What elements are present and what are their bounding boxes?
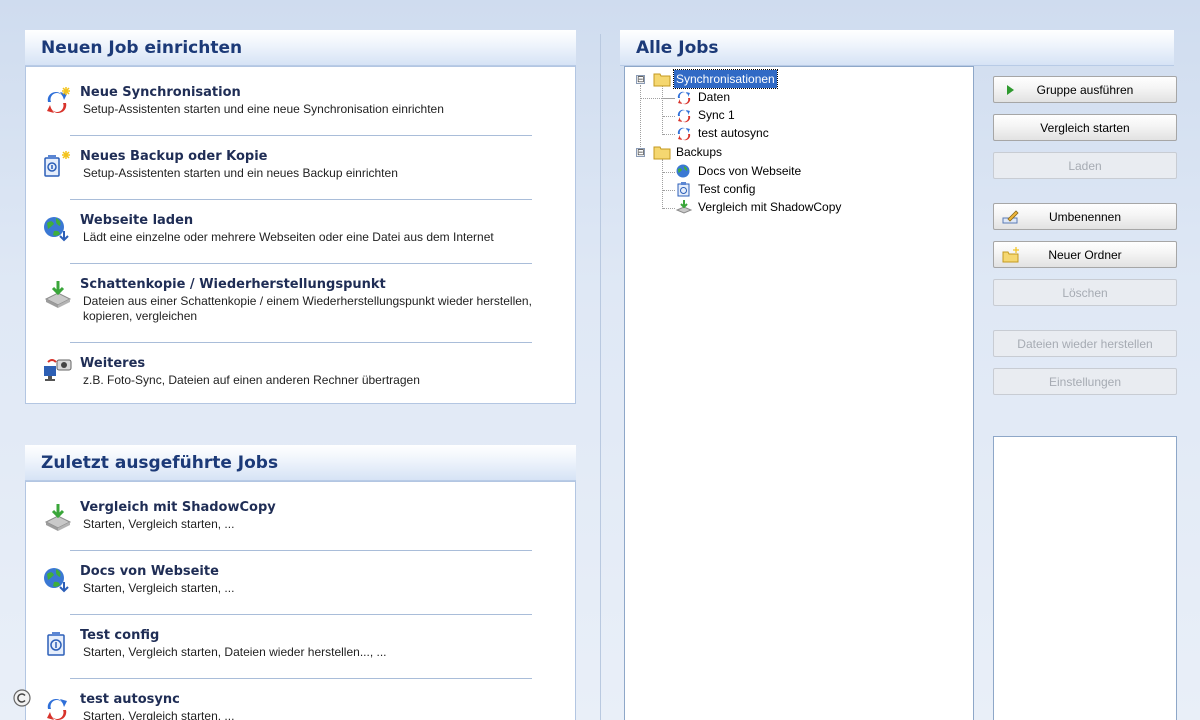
new-job-panel-title: Neuen Job einrichten bbox=[25, 30, 576, 66]
recent-jobs-panel-title: Zuletzt ausgeführte Jobs bbox=[25, 445, 576, 481]
job-tree[interactable]: ⊟ Synchronisationen Daten Sync 1 test au… bbox=[624, 66, 974, 720]
tree-item-label: Docs von Webseite bbox=[698, 164, 802, 178]
restore-files-label: Dateien wieder herstellen bbox=[1017, 336, 1153, 351]
settings-label: Einstellungen bbox=[1048, 374, 1122, 389]
backup-new-icon bbox=[44, 151, 70, 177]
rename-icon bbox=[1002, 210, 1019, 224]
recent-job-title: Docs von Webseite bbox=[80, 564, 219, 579]
run-group-label: Gruppe ausführen bbox=[1036, 82, 1134, 97]
divider bbox=[70, 614, 532, 615]
divider bbox=[70, 135, 532, 136]
sync-job-icon bbox=[677, 91, 691, 105]
shadow-copy-title: Schattenkopie / Wiederherstellungspunkt bbox=[80, 277, 386, 292]
recent-job-item[interactable]: Vergleich mit ShadowCopy Starten, Vergle… bbox=[42, 500, 552, 540]
backup-job-icon bbox=[677, 182, 690, 197]
shadow-copy-icon bbox=[44, 504, 72, 531]
new-backup-title: Neues Backup oder Kopie bbox=[80, 149, 268, 164]
settings-button[interactable]: Einstellungen bbox=[993, 368, 1177, 395]
more-item[interactable]: Weiteres z.B. Foto-Sync, Dateien auf ein… bbox=[42, 356, 552, 396]
new-sync-item[interactable]: Neue Synchronisation Setup-Assistenten s… bbox=[42, 85, 552, 125]
web-download-icon bbox=[44, 568, 69, 593]
collapse-toggle[interactable]: ⊟ bbox=[636, 75, 645, 84]
web-download-icon bbox=[44, 217, 69, 242]
tree-folder-label: Synchronisationen bbox=[673, 69, 778, 89]
tree-item-label: Test config bbox=[698, 182, 756, 196]
divider bbox=[70, 263, 532, 264]
shadow-copy-item[interactable]: Schattenkopie / Wiederherstellungspunkt … bbox=[42, 277, 552, 333]
collapse-toggle[interactable]: ⊟ bbox=[636, 148, 645, 157]
rename-label: Umbenennen bbox=[1048, 209, 1122, 224]
shadow-copy-desc: Dateien aus einer Schattenkopie / einem … bbox=[83, 294, 532, 323]
job-details-list[interactable] bbox=[993, 436, 1177, 720]
tree-item-label: Vergleich mit ShadowCopy bbox=[698, 200, 842, 214]
recent-job-item[interactable]: Docs von Webseite Starten, Vergleich sta… bbox=[42, 564, 552, 604]
tree-item-label: Daten bbox=[698, 90, 731, 104]
new-folder-button[interactable]: Neuer Ordner bbox=[993, 241, 1177, 268]
shadow-job-icon bbox=[675, 200, 693, 214]
start-compare-button[interactable]: Vergleich starten bbox=[993, 114, 1177, 141]
recent-job-title: Test config bbox=[80, 628, 160, 643]
more-title: Weiteres bbox=[80, 356, 146, 371]
new-backup-item[interactable]: Neues Backup oder Kopie Setup-Assistente… bbox=[42, 149, 552, 189]
copyright-icon bbox=[13, 689, 31, 707]
divider bbox=[70, 342, 532, 343]
load-button[interactable]: Laden bbox=[993, 152, 1177, 179]
web-job-icon bbox=[676, 164, 690, 178]
start-compare-label: Vergleich starten bbox=[1040, 120, 1130, 135]
restore-files-button[interactable]: Dateien wieder herstellen bbox=[993, 330, 1177, 357]
divider bbox=[70, 678, 532, 679]
folder-icon bbox=[653, 73, 671, 87]
run-group-button[interactable]: Gruppe ausführen bbox=[993, 76, 1177, 103]
all-jobs-panel-title: Alle Jobs bbox=[620, 30, 1174, 66]
shadow-copy-icon bbox=[44, 281, 72, 308]
tree-folder-label: Backups bbox=[676, 145, 723, 159]
divider bbox=[70, 199, 532, 200]
more-tools-icon bbox=[44, 359, 72, 381]
sync-new-icon bbox=[47, 87, 70, 114]
load-website-title: Webseite laden bbox=[80, 213, 194, 228]
delete-label: Löschen bbox=[1062, 285, 1108, 300]
delete-button[interactable]: Löschen bbox=[993, 279, 1177, 306]
new-folder-icon bbox=[1002, 247, 1019, 263]
recent-job-desc: Starten, Vergleich starten, ... bbox=[83, 517, 235, 531]
new-folder-label: Neuer Ordner bbox=[1048, 247, 1122, 262]
backup-icon bbox=[47, 632, 65, 656]
load-website-desc: Lädt eine einzelne oder mehrere Webseite… bbox=[83, 230, 494, 244]
divider bbox=[70, 550, 532, 551]
sync-icon bbox=[47, 698, 67, 720]
recent-jobs-panel: Vergleich mit ShadowCopy Starten, Vergle… bbox=[25, 481, 576, 720]
sync-job-icon bbox=[677, 127, 691, 141]
new-sync-desc: Setup-Assistenten starten und eine neue … bbox=[83, 102, 444, 116]
tree-item-label: Sync 1 bbox=[698, 108, 735, 122]
load-website-item[interactable]: Webseite laden Lädt eine einzelne oder m… bbox=[42, 213, 552, 253]
recent-job-desc: Starten, Vergleich starten, ... bbox=[83, 581, 235, 595]
rename-button[interactable]: Umbenennen bbox=[993, 203, 1177, 230]
new-backup-desc: Setup-Assistenten starten und ein neues … bbox=[83, 166, 398, 180]
new-sync-title: Neue Synchronisation bbox=[80, 85, 241, 100]
folder-icon bbox=[653, 146, 671, 160]
panel-divider bbox=[600, 34, 601, 720]
recent-job-title: Vergleich mit ShadowCopy bbox=[80, 500, 276, 515]
play-icon bbox=[1007, 85, 1014, 95]
recent-job-desc: Starten, Vergleich starten, Dateien wied… bbox=[83, 645, 387, 659]
sync-job-icon bbox=[677, 109, 691, 123]
recent-job-desc: Starten, Vergleich starten, ... bbox=[83, 709, 235, 720]
tree-item-label: test autosync bbox=[698, 126, 769, 140]
load-label: Laden bbox=[1068, 158, 1102, 173]
more-desc: z.B. Foto-Sync, Dateien auf einen andere… bbox=[83, 373, 420, 387]
new-job-panel: Neue Synchronisation Setup-Assistenten s… bbox=[25, 66, 576, 404]
recent-job-title: test autosync bbox=[80, 692, 180, 707]
recent-job-item[interactable]: test autosync Starten, Vergleich starten… bbox=[42, 692, 552, 720]
recent-job-item[interactable]: Test config Starten, Vergleich starten, … bbox=[42, 628, 552, 668]
